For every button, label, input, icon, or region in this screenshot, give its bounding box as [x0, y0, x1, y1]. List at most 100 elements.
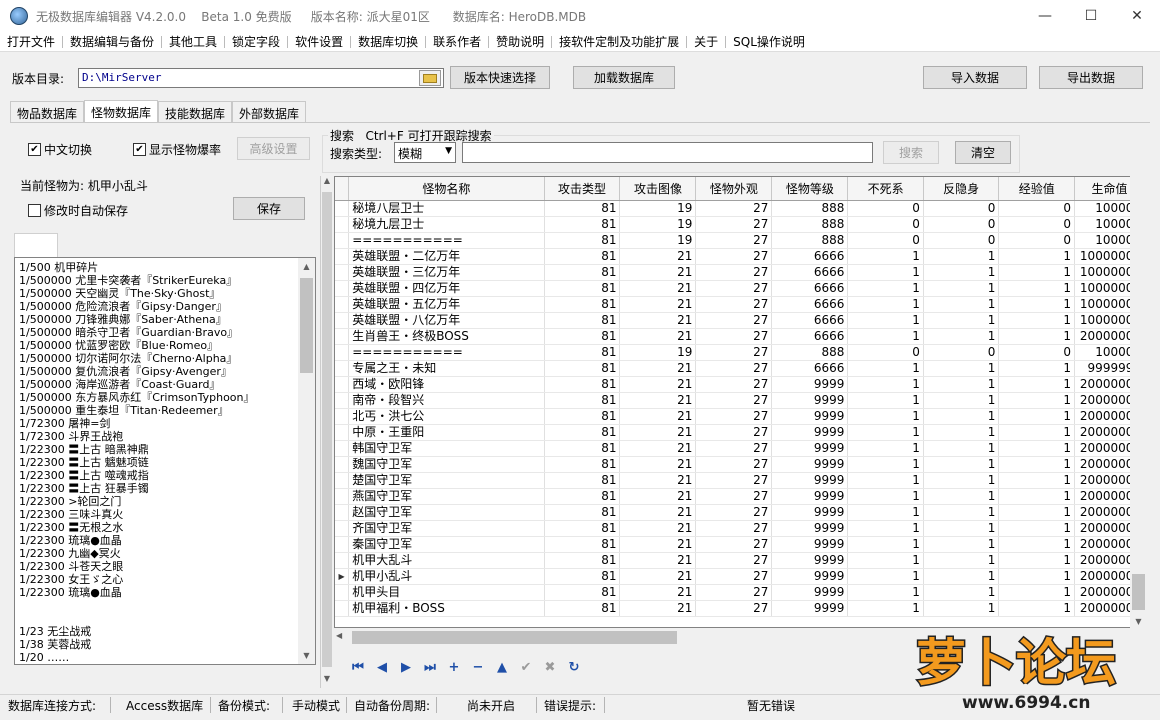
advanced-settings-button[interactable]: 高级设置 — [237, 137, 310, 160]
table-cell[interactable]: 1 — [923, 360, 1000, 377]
column-header[interactable]: 经验值 — [998, 177, 1075, 201]
drop-list-item[interactable]: 1/22300 〓上古 噬魂戒指 — [15, 469, 315, 482]
menu-item[interactable]: 锁定字段 — [225, 33, 287, 50]
tab-monsters[interactable]: 怪物数据库 — [84, 100, 159, 123]
table-cell[interactable]: 27 — [695, 424, 773, 441]
table-cell[interactable]: 81 — [544, 600, 621, 617]
table-cell[interactable]: 齐国守卫军 — [348, 520, 545, 537]
drop-list-item[interactable]: 1/72300 斗界王战袍 — [15, 430, 315, 443]
table-cell[interactable]: 1 — [998, 584, 1075, 601]
table-cell[interactable]: 27 — [695, 488, 773, 505]
drop-list-item[interactable] — [15, 612, 315, 625]
table-cell[interactable]: 1 — [923, 312, 1000, 329]
table-cell[interactable]: 81 — [544, 552, 621, 569]
table-cell[interactable]: 19 — [619, 344, 697, 361]
cancel-record-icon[interactable]: ✖ — [538, 658, 562, 676]
maximize-button[interactable]: ☐ — [1068, 0, 1114, 32]
drop-list-item[interactable]: 1/500000 尤里卡突袭者『StrikerEureka』 — [15, 274, 315, 287]
table-cell[interactable]: 机甲头目 — [348, 584, 545, 601]
table-cell[interactable]: 0 — [847, 344, 924, 361]
drop-list-item[interactable]: 1/22300 〓上古 魑魅项链 — [15, 456, 315, 469]
table-cell[interactable]: 1 — [847, 392, 924, 409]
table-cell[interactable]: 1 — [847, 600, 924, 617]
grid-vscrollbar[interactable]: ▼ — [1130, 176, 1147, 630]
table-cell[interactable]: 27 — [695, 456, 773, 473]
table-cell[interactable]: 1 — [923, 392, 1000, 409]
table-cell[interactable]: 1 — [847, 296, 924, 313]
table-cell[interactable]: 9999 — [771, 424, 849, 441]
table-row[interactable]: 南帝・段智兴 81 21 27 9999 1 1 1 20000000 — [335, 392, 1145, 409]
export-button[interactable]: 导出数据 — [1039, 66, 1143, 89]
table-cell[interactable]: 秦国守卫军 — [348, 536, 545, 553]
first-record-icon[interactable]: ⏮ — [346, 658, 370, 676]
table-cell[interactable]: 1 — [923, 456, 1000, 473]
drop-list-item[interactable]: 1/22300 〓上古 狂暴手镯 — [15, 482, 315, 495]
table-cell[interactable]: 81 — [544, 232, 621, 249]
auto-save-checkbox[interactable]: 修改时自动保存 — [28, 202, 128, 219]
table-cell[interactable]: 1 — [847, 424, 924, 441]
table-cell[interactable]: 21 — [619, 456, 697, 473]
table-cell[interactable]: 6666 — [771, 328, 849, 345]
table-cell[interactable]: 27 — [695, 328, 773, 345]
table-cell[interactable]: 888 — [771, 232, 849, 249]
table-cell[interactable]: 1 — [847, 360, 924, 377]
drop-list-item[interactable]: 1/22300 女王ゞ之心 — [15, 573, 315, 586]
menu-item[interactable]: 赞助说明 — [489, 33, 551, 50]
table-cell[interactable]: 9999 — [771, 472, 849, 489]
table-cell[interactable]: 0 — [923, 232, 1000, 249]
table-cell[interactable]: 888 — [771, 216, 849, 233]
table-cell[interactable]: 19 — [619, 216, 697, 233]
table-cell[interactable]: 81 — [544, 280, 621, 297]
table-row[interactable]: 秘境九层卫士 81 19 27 888 0 0 0 100000 — [335, 216, 1145, 233]
table-cell[interactable]: 27 — [695, 472, 773, 489]
tab-items[interactable]: 物品数据库 — [10, 101, 85, 123]
scroll-up-icon[interactable]: ▲ — [321, 176, 333, 190]
table-cell[interactable]: 21 — [619, 264, 697, 281]
table-cell[interactable]: 81 — [544, 200, 621, 217]
table-cell[interactable]: 27 — [695, 248, 773, 265]
menu-item[interactable]: 打开文件 — [0, 33, 62, 50]
table-cell[interactable]: 81 — [544, 392, 621, 409]
table-row[interactable]: 英雄联盟・八亿万年 81 21 27 6666 1 1 1 10000000 — [335, 312, 1145, 329]
table-cell[interactable]: 0 — [847, 232, 924, 249]
table-cell[interactable]: 1 — [998, 568, 1075, 585]
table-cell[interactable]: 21 — [619, 504, 697, 521]
table-cell[interactable]: 6666 — [771, 312, 849, 329]
table-cell[interactable]: 1 — [923, 408, 1000, 425]
table-cell[interactable]: 0 — [998, 216, 1075, 233]
drop-list-item[interactable]: 1/500000 海岸巡游者『Coast·Guard』 — [15, 378, 315, 391]
table-cell[interactable]: 9999 — [771, 440, 849, 457]
table-cell[interactable]: 0 — [847, 216, 924, 233]
table-cell[interactable]: 27 — [695, 536, 773, 553]
table-cell[interactable]: 1 — [847, 568, 924, 585]
last-record-icon[interactable]: ⏭ — [418, 658, 442, 676]
table-cell[interactable]: 秘境八层卫士 — [348, 200, 545, 217]
table-cell[interactable]: 1 — [847, 264, 924, 281]
table-cell[interactable]: 81 — [544, 248, 621, 265]
table-cell[interactable]: 81 — [544, 312, 621, 329]
prior-record-icon[interactable]: ◀ — [370, 658, 394, 676]
table-cell[interactable]: 81 — [544, 264, 621, 281]
close-button[interactable]: ✕ — [1114, 0, 1160, 32]
table-cell[interactable]: 1 — [923, 504, 1000, 521]
table-cell[interactable]: 1 — [923, 552, 1000, 569]
table-cell[interactable]: 81 — [544, 328, 621, 345]
table-cell[interactable]: 北丐・洪七公 — [348, 408, 545, 425]
table-cell[interactable]: 1 — [923, 520, 1000, 537]
table-cell[interactable]: 1 — [847, 376, 924, 393]
table-cell[interactable]: 1 — [923, 424, 1000, 441]
table-cell[interactable]: 英雄联盟・八亿万年 — [348, 312, 545, 329]
table-cell[interactable]: 81 — [544, 504, 621, 521]
table-cell[interactable]: 81 — [544, 344, 621, 361]
drop-list-item[interactable]: 1/22300 斗苍天之眼 — [15, 560, 315, 573]
table-cell[interactable]: 英雄联盟・三亿万年 — [348, 264, 545, 281]
table-cell[interactable]: 9999 — [771, 408, 849, 425]
table-cell[interactable]: 0 — [923, 344, 1000, 361]
drop-list-item[interactable]: 1/38 芙蓉战戒 — [15, 638, 315, 651]
search-type-select[interactable]: 模糊 ▼ — [394, 142, 456, 163]
table-cell[interactable]: 专属之王・未知 — [348, 360, 545, 377]
table-row[interactable]: 专属之王・未知 81 21 27 6666 1 1 1 9999999 — [335, 360, 1145, 377]
table-cell[interactable]: 9999 — [771, 504, 849, 521]
table-cell[interactable]: 机甲小乱斗 — [348, 568, 545, 585]
scroll-thumb[interactable] — [352, 631, 677, 644]
